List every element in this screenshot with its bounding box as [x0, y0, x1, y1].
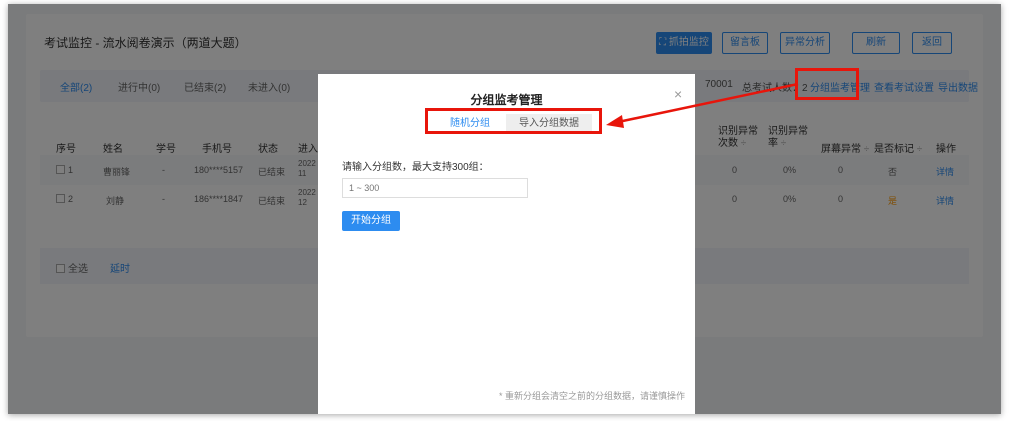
exam-monitor-page: 考试监控 - 流水阅卷演示（两道大题） ⛶ 抓拍监控 留言板 异常分析 刷新 返…: [8, 4, 1001, 414]
screenshot-frame: 考试监控 - 流水阅卷演示（两道大题） ⛶ 抓拍监控 留言板 异常分析 刷新 返…: [0, 0, 1011, 421]
app-window: 考试监控 - 流水阅卷演示（两道大题） ⛶ 抓拍监控 留言板 异常分析 刷新 返…: [8, 4, 1001, 414]
annotation-arrow: [606, 82, 799, 128]
